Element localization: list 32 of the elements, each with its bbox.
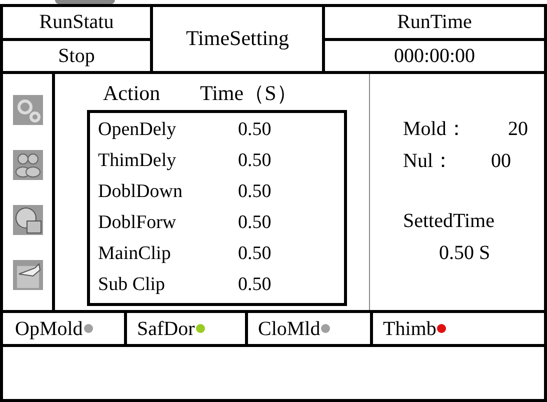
setted-time-value: 0.50 S [438, 241, 492, 266]
indicator-label: CloMld [258, 316, 320, 342]
time-value[interactable]: 0.50 [238, 271, 272, 300]
action-name: DoblDown [98, 180, 184, 204]
indicator-label: Thimb [383, 316, 436, 342]
action-name: OpenDely [98, 118, 178, 142]
action-name: DoblForw [98, 211, 178, 236]
run-status-value: Stop [57, 44, 96, 69]
indicator-label: OpMold [15, 316, 83, 342]
mold-value: 20 [508, 117, 528, 142]
action-name: MainClip [98, 242, 172, 266]
column-header: Action [102, 80, 162, 106]
screen-title: TimeSetting [153, 7, 325, 71]
time-value[interactable]: 0.50 [238, 209, 272, 238]
time-value[interactable]: 0.50 [238, 240, 272, 269]
time-value[interactable]: 0.50 [238, 178, 272, 207]
people-icon[interactable] [12, 150, 42, 180]
indicator-label: SafDor [137, 316, 195, 342]
nul-value: 00 [491, 149, 511, 174]
run-status-label: RunStatu [3, 7, 150, 40]
run-time-label: RunTime [325, 7, 544, 40]
gears-icon[interactable] [12, 94, 42, 124]
action-name: ThimDely [98, 149, 178, 174]
run-time-value: 000:00:00 [392, 44, 476, 69]
mold-label: Mold： [403, 117, 466, 142]
time-value[interactable]: 0.50 [238, 116, 272, 145]
top-tab[interactable] [55, 0, 115, 4]
setted-time-label: SettedTime [403, 209, 496, 234]
action-name: Sub Clip [98, 273, 166, 298]
nul-label: Nul： [403, 149, 453, 174]
column-header: Time（S） [200, 80, 298, 106]
time-value[interactable]: 0.50 [238, 147, 272, 176]
